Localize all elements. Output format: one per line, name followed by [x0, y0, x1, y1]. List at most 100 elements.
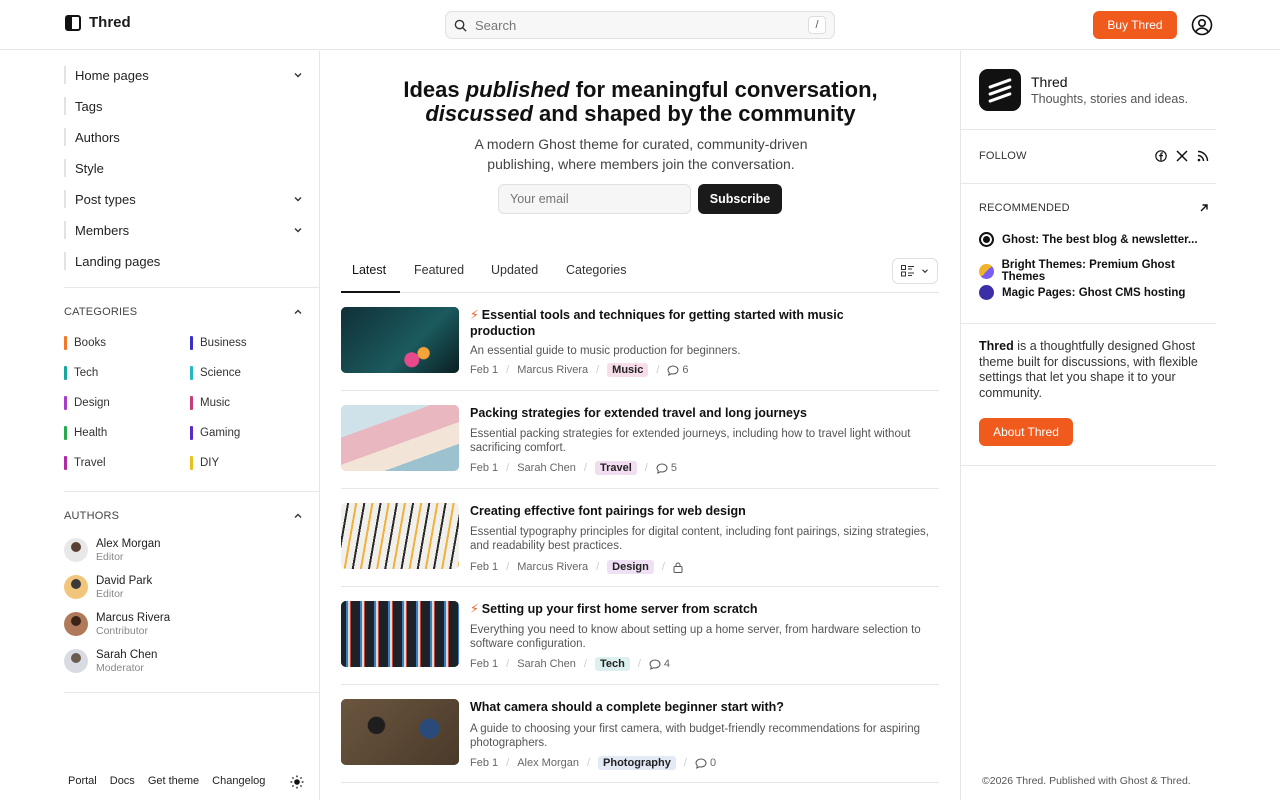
post-thumbnail[interactable]	[341, 503, 459, 569]
tab-latest[interactable]: Latest	[352, 263, 386, 277]
avatar	[64, 538, 88, 562]
category-music[interactable]: Music	[190, 395, 230, 411]
featured-bolt-icon: ⚡	[470, 308, 479, 322]
chevron-down-icon[interactable]	[292, 69, 304, 81]
post-author[interactable]: Sarah Chen	[517, 658, 576, 670]
tab-categories[interactable]: Categories	[566, 263, 626, 277]
nav-label: Home pages	[75, 67, 149, 83]
tab-featured[interactable]: Featured	[414, 263, 464, 277]
sun-icon[interactable]	[290, 775, 304, 789]
subscribe-button[interactable]: Subscribe	[698, 184, 782, 214]
recommended-bright-themes[interactable]: Bright Themes: Premium Ghost Themes	[979, 259, 1216, 283]
category-design[interactable]: Design	[64, 395, 110, 411]
comment-count[interactable]: 0	[695, 757, 716, 769]
post-title[interactable]: ⚡ Essential tools and techniques for gett…	[470, 307, 870, 339]
view-toggle-button[interactable]	[892, 258, 938, 284]
author-marcus-rivera[interactable]: Marcus Rivera Contributor	[64, 609, 170, 639]
footer-link-get-theme[interactable]: Get theme	[148, 775, 199, 787]
post-tag[interactable]: Design	[607, 560, 654, 574]
post-tag[interactable]: Travel	[594, 461, 637, 475]
post-tag[interactable]: Music	[607, 363, 649, 377]
post-thumbnail[interactable]	[341, 601, 459, 667]
post-author[interactable]: Marcus Rivera	[517, 364, 588, 376]
chevron-down-icon[interactable]	[292, 224, 304, 236]
category-tech[interactable]: Tech	[64, 365, 98, 381]
divider	[961, 129, 1216, 130]
post-title[interactable]: ⚡ Setting up your first home server from …	[470, 601, 870, 617]
rss-icon[interactable]	[1197, 150, 1209, 162]
author-sarah-chen[interactable]: Sarah Chen Moderator	[64, 646, 157, 676]
category-travel[interactable]: Travel	[64, 455, 106, 471]
account-icon[interactable]	[1191, 14, 1213, 36]
email-field[interactable]	[498, 184, 691, 214]
arrow-up-right-icon[interactable]	[1199, 203, 1209, 213]
facebook-icon[interactable]	[1155, 150, 1167, 162]
post-item[interactable]: What camera should a complete beginner s…	[341, 685, 939, 783]
post-item[interactable]: Creating effective font pairings for web…	[341, 489, 939, 587]
post-author[interactable]: Alex Morgan	[517, 757, 579, 769]
post-thumbnail[interactable]	[341, 405, 459, 471]
nav-authors[interactable]: Authors	[64, 126, 304, 148]
post-title[interactable]: Packing strategies for extended travel a…	[470, 405, 870, 421]
nav-style[interactable]: Style	[64, 157, 304, 179]
post-item[interactable]: ⚡ Essential tools and techniques for gett…	[341, 293, 939, 391]
category-diy[interactable]: DIY	[190, 455, 219, 471]
categories-header[interactable]: CATEGORIES	[64, 306, 304, 318]
search-placeholder: Search	[475, 17, 517, 33]
chevron-up-icon[interactable]	[292, 510, 304, 522]
author-name: Marcus Rivera	[96, 611, 171, 624]
list-view-icon	[900, 265, 914, 277]
category-science[interactable]: Science	[190, 365, 241, 381]
comment-count-value: 5	[670, 462, 677, 474]
brand-card[interactable]: Thred Thoughts, stories and ideas.	[979, 69, 1188, 111]
post-title[interactable]: Creating effective font pairings for web…	[470, 503, 870, 519]
chevron-down-icon[interactable]	[292, 193, 304, 205]
bright-themes-icon	[979, 263, 994, 279]
about-brand: Thred	[979, 339, 1014, 353]
about-thred-button[interactable]: About Thred	[979, 418, 1073, 446]
post-excerpt: Essential typography principles for digi…	[470, 526, 929, 552]
category-business[interactable]: Business	[190, 335, 247, 351]
post-item[interactable]: ⚡ Setting up your first home server from …	[341, 587, 939, 685]
post-tag[interactable]: Tech	[594, 657, 630, 671]
author-david-park[interactable]: David Park Editor	[64, 572, 152, 602]
recommended-magic-pages[interactable]: Magic Pages: Ghost CMS hosting	[979, 285, 1185, 300]
chevron-up-icon[interactable]	[292, 306, 304, 318]
lock-icon	[673, 562, 683, 573]
comment-count[interactable]: 5	[656, 462, 677, 474]
author-role: Editor	[96, 587, 124, 600]
nav-home-pages[interactable]: Home pages	[64, 64, 304, 86]
tab-updated[interactable]: Updated	[491, 263, 538, 277]
post-author[interactable]: Marcus Rivera	[517, 561, 588, 573]
post-author[interactable]: Sarah Chen	[517, 462, 576, 474]
nav-members[interactable]: Members	[64, 219, 304, 241]
x-icon[interactable]	[1176, 150, 1188, 162]
nav-post-types[interactable]: Post types	[64, 188, 304, 210]
post-title[interactable]: What camera should a complete beginner s…	[470, 699, 870, 715]
meta-separator: /	[596, 561, 600, 573]
hero-title-text: Ideas	[403, 77, 466, 102]
category-gaming[interactable]: Gaming	[190, 425, 240, 441]
post-thumbnail[interactable]	[341, 307, 459, 373]
nav-landing-pages[interactable]: Landing pages	[64, 250, 304, 272]
category-books[interactable]: Books	[64, 335, 106, 351]
footer-link-portal[interactable]: Portal	[68, 775, 97, 787]
post-date: Feb 1	[470, 757, 499, 769]
comment-count[interactable]: 4	[649, 658, 670, 670]
magic-pages-icon	[979, 285, 994, 300]
post-thumbnail[interactable]	[341, 699, 459, 765]
authors-header[interactable]: AUTHORS	[64, 510, 304, 522]
nav-tags[interactable]: Tags	[64, 95, 304, 117]
buy-thred-button[interactable]: Buy Thred	[1093, 11, 1177, 39]
search-input[interactable]: Search /	[445, 11, 835, 39]
recommended-ghost[interactable]: Ghost: The best blog & newsletter...	[979, 232, 1198, 247]
comment-count[interactable]: 6	[667, 364, 689, 376]
post-tag[interactable]: Photography	[598, 756, 676, 770]
footer-link-docs[interactable]: Docs	[110, 775, 135, 787]
category-health[interactable]: Health	[64, 425, 107, 441]
site-logo[interactable]: Thred	[65, 14, 131, 31]
post-item[interactable]: Packing strategies for extended travel a…	[341, 391, 939, 489]
recommended-title: RECOMMENDED	[979, 202, 1070, 214]
footer-link-changelog[interactable]: Changelog	[212, 775, 265, 787]
author-alex-morgan[interactable]: Alex Morgan Editor	[64, 535, 161, 565]
